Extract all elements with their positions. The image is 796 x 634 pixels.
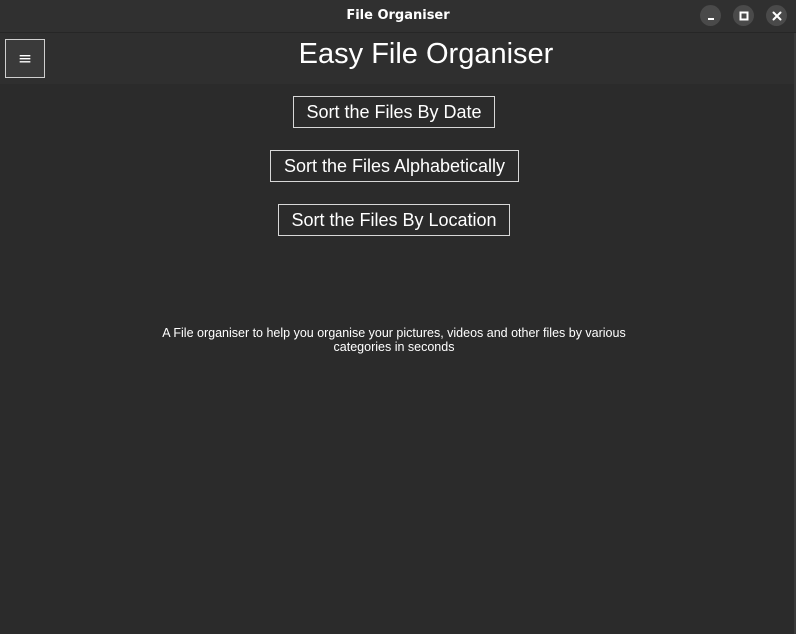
sort-by-location-button[interactable]: Sort the Files By Location xyxy=(278,204,510,236)
close-icon xyxy=(772,11,781,20)
sort-alphabetically-button[interactable]: Sort the Files Alphabetically xyxy=(270,150,519,182)
app-window: File Organiser ≡ Easy File Organiser Sor… xyxy=(0,0,796,634)
page-title: Easy File Organiser xyxy=(298,38,554,70)
maximize-button[interactable] xyxy=(733,5,754,26)
window-title: File Organiser xyxy=(346,8,450,23)
maximize-icon xyxy=(739,11,748,20)
minimize-icon xyxy=(707,17,714,20)
app-description: A File organiser to help you organise yo… xyxy=(162,326,626,354)
sort-by-date-button[interactable]: Sort the Files By Date xyxy=(293,96,495,128)
titlebar[interactable]: File Organiser xyxy=(0,0,796,33)
app-content: ≡ Easy File Organiser Sort the Files By … xyxy=(0,33,796,634)
minimize-button[interactable] xyxy=(700,5,721,26)
close-button[interactable] xyxy=(766,5,787,26)
